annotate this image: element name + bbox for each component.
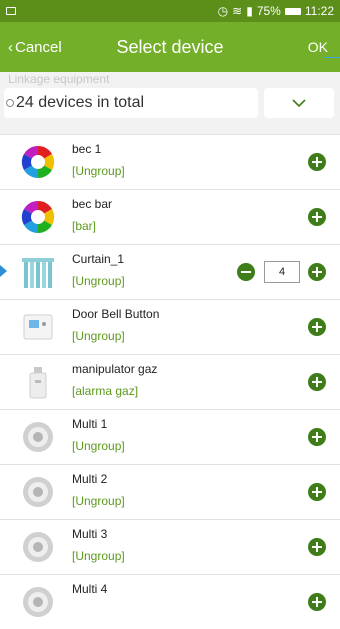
device-group: [Ungroup]: [72, 164, 125, 178]
device-group: [Ungroup]: [72, 274, 125, 288]
quantity-field[interactable]: 4: [264, 261, 300, 283]
device-row[interactable]: Multi 4: [0, 574, 340, 629]
add-icon[interactable]: [308, 208, 326, 226]
add-icon[interactable]: [308, 538, 326, 556]
device-name: Multi 4: [72, 582, 108, 596]
color-bulb-icon: [21, 145, 55, 179]
alarm-icon: ◷: [217, 4, 229, 18]
status-right: ◷ ≋ ▮ 75% 11:22: [218, 4, 334, 18]
device-count: 24 devices in total: [16, 94, 145, 111]
page-title: Select device: [116, 36, 224, 57]
battery-icon: [284, 7, 301, 15]
device-group: [bar]: [72, 219, 97, 233]
title-bar: ‹ Cancel Select device OK: [0, 22, 340, 72]
device-row[interactable]: bec bar [bar]: [0, 189, 340, 244]
section-label: Linkage equipment: [8, 72, 110, 86]
color-bulb-icon: [21, 200, 55, 234]
multi-sensor-icon: [23, 532, 53, 562]
device-group: [alarma gaz]: [72, 384, 139, 398]
chevron-down-icon: [292, 99, 306, 108]
device-list: bec 1 [Ungroup] bec bar [bar] Curtain_1: [0, 134, 340, 629]
linkage-section: Linkage equipment 24 devices in total: [0, 72, 340, 134]
device-count-box: 24 devices in total: [4, 88, 258, 118]
ok-button[interactable]: OK: [308, 39, 328, 55]
add-icon[interactable]: [308, 263, 326, 281]
device-group: [Ungroup]: [72, 494, 125, 508]
device-row[interactable]: manipulator gaz [alarma gaz]: [0, 354, 340, 409]
device-name: Multi 2: [72, 472, 108, 486]
device-name: Door Bell Button: [72, 307, 160, 321]
device-row[interactable]: Curtain_1 [Ungroup] 4: [0, 244, 340, 299]
radio-dot-icon: [6, 99, 14, 107]
status-bar: ◷ ≋ ▮ 75% 11:22: [0, 0, 340, 22]
device-name: Curtain_1: [72, 252, 125, 266]
add-icon[interactable]: [308, 483, 326, 501]
gas-valve-icon: [29, 367, 47, 399]
device-name: Multi 1: [72, 417, 108, 431]
device-group: [Ungroup]: [72, 549, 125, 563]
device-row[interactable]: Multi 3 [Ungroup]: [0, 519, 340, 574]
device-row[interactable]: Door Bell Button [Ungroup]: [0, 299, 340, 354]
clock: 11:22: [304, 4, 334, 18]
device-name: Multi 3: [72, 527, 108, 541]
edge-marker: [324, 57, 340, 58]
device-row[interactable]: Multi 1 [Ungroup]: [0, 409, 340, 464]
multi-sensor-icon: [23, 477, 53, 507]
door-bell-icon: [23, 314, 53, 340]
device-row[interactable]: bec 1 [Ungroup]: [0, 134, 340, 189]
signal-icon: ▮: [246, 4, 253, 18]
pointer-arrow-icon: [0, 265, 7, 277]
device-name: manipulator gaz: [72, 362, 158, 376]
device-name: bec 1: [72, 142, 102, 156]
dropdown-button[interactable]: [264, 88, 334, 118]
multi-sensor-icon: [23, 587, 53, 617]
multi-sensor-icon: [23, 422, 53, 452]
battery-percent: 75%: [256, 4, 281, 18]
wifi-icon: ≋: [232, 4, 243, 18]
device-group: [Ungroup]: [72, 439, 125, 453]
device-row[interactable]: Multi 2 [Ungroup]: [0, 464, 340, 519]
add-icon[interactable]: [308, 373, 326, 391]
image-notification-icon: [6, 7, 16, 15]
add-icon[interactable]: [308, 593, 326, 611]
add-icon[interactable]: [308, 428, 326, 446]
add-icon[interactable]: [308, 153, 326, 171]
add-icon[interactable]: [308, 318, 326, 336]
curtain-icon: [22, 258, 54, 288]
remove-icon[interactable]: [237, 263, 255, 281]
device-name: bec bar: [72, 197, 113, 211]
device-group: [Ungroup]: [72, 329, 125, 343]
